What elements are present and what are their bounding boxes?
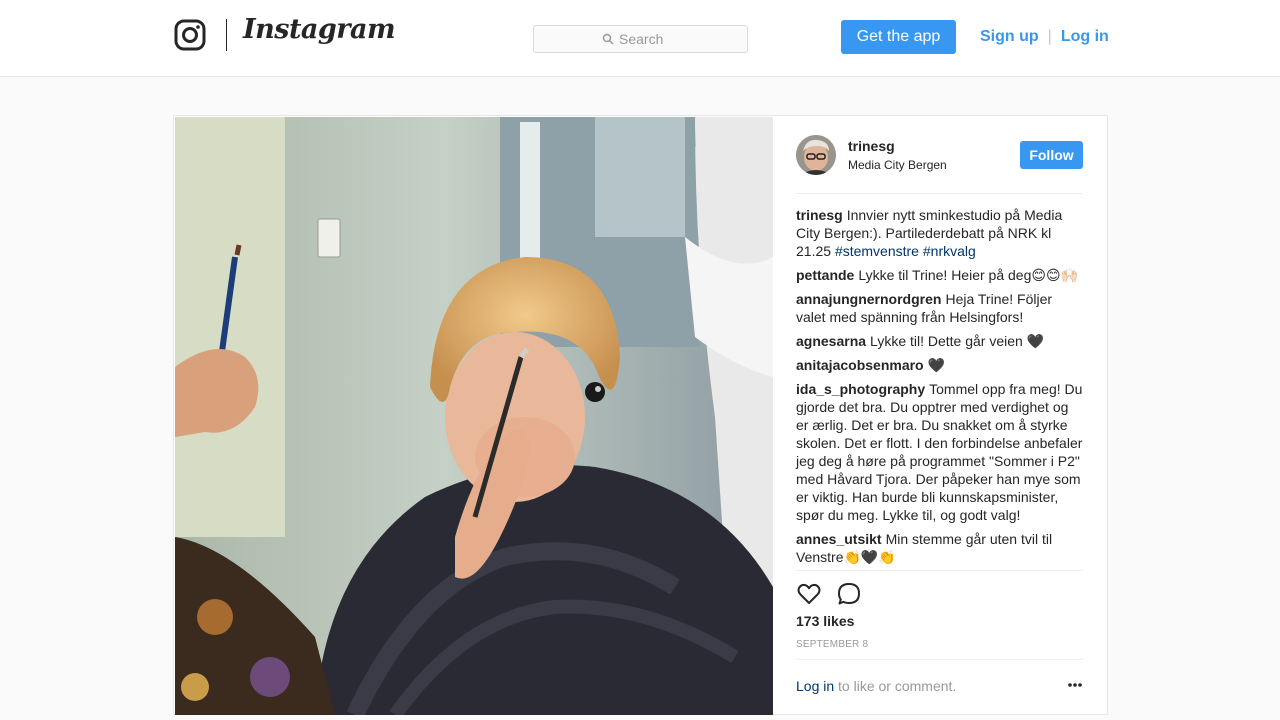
- comment-username[interactable]: ida_s_photography: [796, 381, 925, 397]
- search-icon: [602, 33, 614, 45]
- heart-icon[interactable]: [796, 581, 822, 607]
- divider: [796, 570, 1083, 571]
- author-header: trinesg Media City Bergen Follow: [796, 135, 1083, 175]
- author-username[interactable]: trinesg: [848, 138, 895, 154]
- hashtag-link[interactable]: #nrkvalg: [923, 243, 976, 259]
- post-photo[interactable]: [175, 117, 773, 715]
- search-input[interactable]: [619, 31, 679, 47]
- list-item: ida_s_photography Tommel opp fra meg! Du …: [796, 380, 1083, 524]
- auth-separator: |: [1047, 28, 1052, 45]
- comment-username[interactable]: agnesarna: [796, 333, 866, 349]
- comment-username[interactable]: anitajacobsenmaro: [796, 357, 924, 373]
- auth-links: Sign up | Log in: [980, 27, 1109, 47]
- caption-username[interactable]: trinesg: [796, 207, 843, 223]
- comment-username[interactable]: pettande: [796, 267, 854, 283]
- hashtag-link[interactable]: #stemvenstre: [835, 243, 919, 259]
- log-in-link[interactable]: Log in: [1061, 28, 1109, 46]
- divider: [796, 659, 1083, 660]
- instagram-camera-icon[interactable]: [174, 19, 206, 51]
- top-navigation-bar: Instagram Get the app Sign up | Log in: [0, 0, 1280, 77]
- comment-text: Tommel opp fra meg! Du gjorde det bra. D…: [796, 381, 1083, 523]
- login-to-comment-link[interactable]: Log in: [796, 678, 834, 694]
- list-item: annes_utsikt Min stemme går uten tvil til…: [796, 530, 1083, 566]
- logo-divider: [226, 19, 227, 51]
- get-the-app-button[interactable]: Get the app: [841, 20, 956, 54]
- post-location[interactable]: Media City Bergen: [848, 158, 947, 172]
- list-item: agnesarna Lykke til! Dette går veien 🖤: [796, 332, 1083, 350]
- like-count[interactable]: 173 likes: [796, 613, 854, 629]
- login-prompt-text: to like or comment.: [834, 678, 957, 694]
- login-prompt: Log in to like or comment.: [796, 678, 1083, 694]
- divider: [796, 193, 1083, 194]
- list-item: anitajacobsenmaro 🖤: [796, 356, 1083, 374]
- list-item: pettande Lykke til Trine! Heier på deg😊😊🙌…: [796, 266, 1083, 284]
- more-options-icon[interactable]: [1067, 682, 1083, 688]
- comment-icon[interactable]: [836, 581, 862, 607]
- comment-text: Lykke til Trine! Heier på deg😊😊🙌🏻: [858, 267, 1078, 283]
- caption: trinesg Innvier nytt sminkestudio på Medi…: [796, 206, 1083, 260]
- action-bar: [796, 581, 876, 607]
- list-item: annajungnernordgren Heja Trine! Följer va…: [796, 290, 1083, 326]
- comment-username[interactable]: annajungnernordgren: [796, 291, 941, 307]
- follow-button[interactable]: Follow: [1020, 141, 1083, 169]
- comment-list: trinesg Innvier nytt sminkestudio på Medi…: [796, 206, 1083, 572]
- search-box[interactable]: [533, 25, 748, 53]
- comment-username[interactable]: annes_utsikt: [796, 531, 882, 547]
- comment-text: Lykke til! Dette går veien 🖤: [870, 333, 1045, 349]
- post-date[interactable]: SEPTEMBER 8: [796, 639, 868, 650]
- instagram-wordmark-logo[interactable]: Instagram: [243, 14, 396, 45]
- post-card: trinesg Media City Bergen Follow trinesg…: [173, 115, 1108, 715]
- comment-text: 🖤: [927, 357, 946, 373]
- avatar[interactable]: [796, 135, 836, 175]
- sign-up-link[interactable]: Sign up: [980, 28, 1039, 46]
- post-sidebar: trinesg Media City Bergen Follow trinesg…: [796, 116, 1083, 714]
